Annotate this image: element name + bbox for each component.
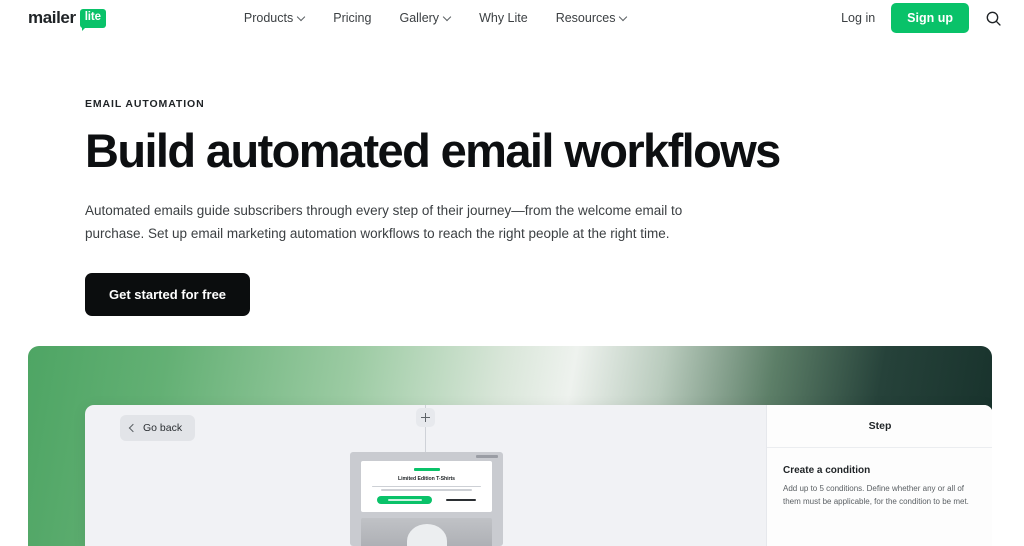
email-secondary-link bbox=[446, 499, 476, 502]
hero-section: EMAIL AUTOMATION Build automated email w… bbox=[0, 36, 1024, 317]
go-back-button[interactable]: Go back bbox=[120, 415, 196, 441]
nav-item-label: Gallery bbox=[399, 11, 440, 25]
email-cta-label bbox=[387, 499, 422, 501]
signup-button[interactable]: Sign up bbox=[891, 3, 969, 33]
condition-heading: Create a condition bbox=[783, 465, 871, 476]
search-icon[interactable] bbox=[985, 10, 1002, 27]
step-panel-header: Step bbox=[767, 405, 992, 448]
plus-icon[interactable] bbox=[416, 408, 435, 427]
get-started-button[interactable]: Get started for free bbox=[85, 273, 251, 317]
logo-wordmark: mailer bbox=[28, 8, 76, 27]
site-header: mailer lite Products Pricing Gallery Why… bbox=[0, 0, 1024, 36]
email-card-body: Limited Edition T-Shirts bbox=[361, 461, 492, 513]
email-preview-photo bbox=[361, 518, 492, 546]
condition-description: Add up to 5 conditions. Define whether a… bbox=[783, 484, 969, 506]
email-accent-bar bbox=[413, 468, 440, 471]
go-back-label: Go back bbox=[143, 422, 183, 434]
header-actions: Log in Sign up bbox=[841, 3, 1002, 33]
chevron-down-icon bbox=[620, 14, 627, 21]
logo-lite-badge: lite bbox=[79, 8, 106, 31]
mailerlite-logo[interactable]: mailer lite bbox=[28, 8, 106, 31]
nav-item-label: Products bbox=[243, 11, 294, 25]
text-line bbox=[381, 489, 472, 492]
email-card-topbar bbox=[350, 452, 503, 461]
hero-subtitle: Automated emails guide subscribers throu… bbox=[85, 202, 683, 241]
email-actions bbox=[370, 496, 483, 505]
product-showcase-panel: Go back Limited Edition T-Shirts Step Cr… bbox=[28, 346, 992, 546]
step-detail-panel: Step Create a condition Add up to 5 cond… bbox=[766, 405, 992, 546]
nav-item-pricing[interactable]: Pricing bbox=[333, 11, 371, 25]
nav-item-label: Why Lite bbox=[479, 11, 528, 25]
step-panel-title: Step bbox=[868, 420, 892, 432]
workflow-app-window: Go back Limited Edition T-Shirts Step Cr… bbox=[85, 405, 992, 546]
nav-item-why-lite[interactable]: Why Lite bbox=[479, 11, 528, 25]
nav-item-label: Resources bbox=[555, 11, 616, 25]
login-link[interactable]: Log in bbox=[841, 11, 875, 25]
nav-item-resources[interactable]: Resources bbox=[556, 11, 628, 25]
email-card-tag bbox=[476, 455, 498, 458]
step-panel-body: Create a condition Add up to 5 condition… bbox=[767, 448, 992, 509]
chevron-down-icon bbox=[444, 14, 451, 21]
nav-item-label: Pricing bbox=[333, 11, 372, 25]
text-line bbox=[372, 485, 481, 488]
nav-item-gallery[interactable]: Gallery bbox=[399, 11, 451, 25]
email-cta-button bbox=[377, 496, 432, 505]
nav-item-products[interactable]: Products bbox=[244, 11, 305, 25]
email-preview-card[interactable]: Limited Edition T-Shirts bbox=[350, 452, 503, 546]
email-body-text bbox=[370, 485, 483, 492]
email-preview-title: Limited Edition T-Shirts bbox=[397, 475, 455, 482]
page-title: Build automated email workflows bbox=[85, 124, 781, 177]
main-navigation: Products Pricing Gallery Why Lite Resour… bbox=[244, 11, 628, 25]
chevron-down-icon bbox=[298, 14, 305, 21]
chevron-left-icon bbox=[128, 423, 138, 433]
hero-eyebrow: EMAIL AUTOMATION bbox=[85, 98, 205, 110]
